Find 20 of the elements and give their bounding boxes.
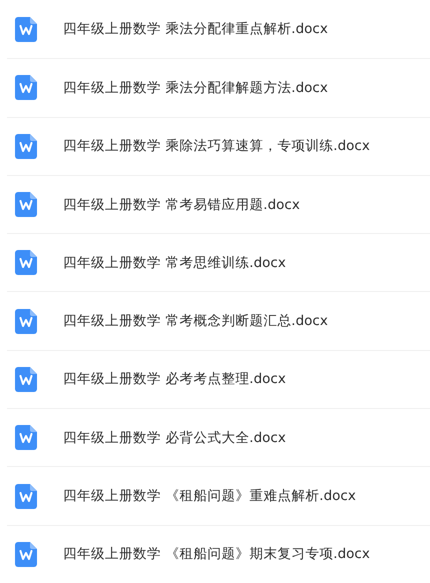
file-name[interactable]: 四年级上册数学 乘法分配律重点解析.docx: [63, 20, 328, 38]
document-icon: [15, 16, 37, 42]
document-icon: [15, 308, 37, 334]
file-name[interactable]: 四年级上册数学 常考思维训练.docx: [63, 254, 286, 272]
file-name[interactable]: 四年级上册数学 必背公式大全.docx: [63, 428, 286, 447]
document-icon: [15, 250, 37, 276]
document-icon: [15, 484, 37, 509]
document-icon: [15, 134, 37, 159]
document-icon: [15, 192, 37, 218]
document-icon: [15, 366, 37, 392]
document-icon: [15, 425, 37, 450]
document-icon: [15, 542, 37, 567]
file-name[interactable]: 四年级上册数学 必考考点整理.docx: [63, 370, 286, 388]
document-icon: [15, 75, 37, 100]
file-name[interactable]: 四年级上册数学 常考概念判断题汇总.docx: [63, 312, 328, 330]
file-name[interactable]: 四年级上册数学 乘法分配律解题方法.docx: [63, 78, 328, 97]
file-name[interactable]: 四年级上册数学 《租船问题》期末复习专项.docx: [63, 545, 370, 564]
file-name[interactable]: 四年级上册数学 《租船问题》重难点解析.docx: [63, 487, 356, 506]
file-name[interactable]: 四年级上册数学 乘除法巧算速算，专项训练.docx: [63, 137, 370, 156]
file-name[interactable]: 四年级上册数学 常考易错应用题.docx: [63, 196, 300, 214]
